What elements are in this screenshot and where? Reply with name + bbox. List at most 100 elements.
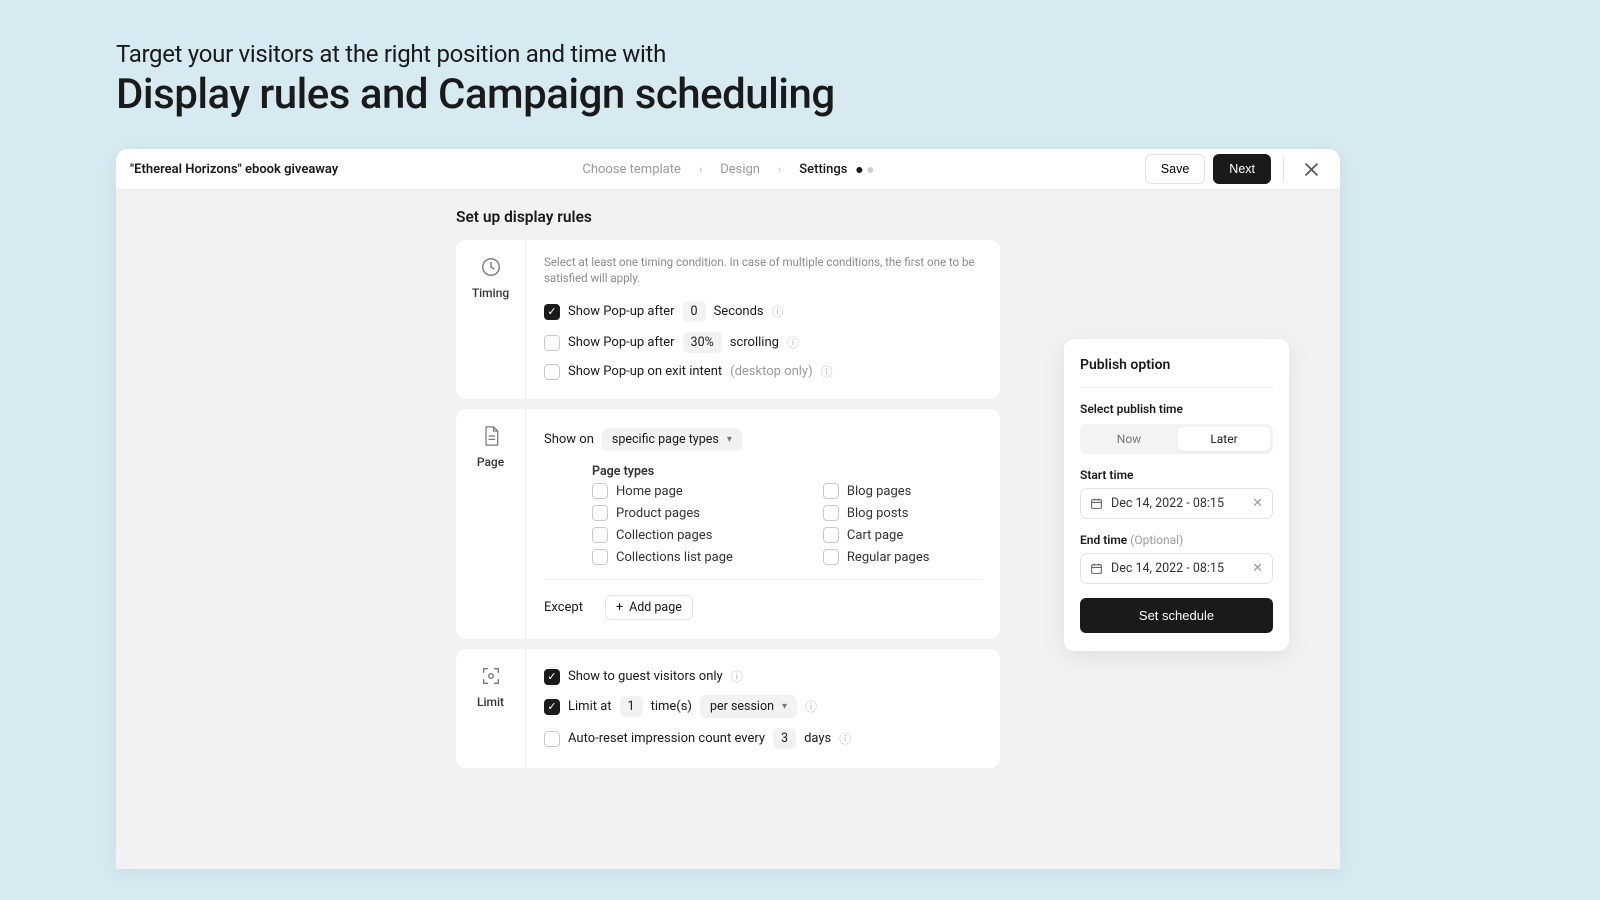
checkbox-limit-at[interactable] — [544, 699, 560, 715]
checkbox-regular-pages[interactable] — [823, 549, 839, 565]
limit-period-value: per session — [710, 699, 774, 714]
publish-time-toggle: Now Later — [1080, 424, 1273, 454]
page-label: Page — [477, 455, 504, 469]
end-time-value: Dec 14, 2022 - 08:15 — [1111, 561, 1224, 576]
focus-icon — [480, 665, 502, 687]
step-settings-label: Settings — [799, 162, 847, 177]
select-publish-time-label: Select publish time — [1080, 402, 1273, 416]
hero-subtitle: Target your visitors at the right positi… — [116, 40, 1484, 68]
publish-now-option[interactable]: Now — [1083, 427, 1175, 451]
chevron-right-icon: › — [778, 163, 781, 176]
checkbox-timing-scroll[interactable] — [544, 335, 560, 351]
pt-cart: Cart page — [847, 528, 903, 543]
publish-later-option[interactable]: Later — [1178, 427, 1270, 451]
page-icon — [481, 425, 501, 447]
start-time-value: Dec 14, 2022 - 08:15 — [1111, 496, 1224, 511]
info-icon[interactable]: ⓘ — [821, 363, 833, 380]
next-button[interactable]: Next — [1213, 154, 1271, 184]
page-types-label: Page types — [592, 464, 982, 479]
except-label: Except — [544, 600, 583, 615]
timing-hint: Select at least one timing condition. In… — [544, 254, 982, 286]
guest-only-label: Show to guest visitors only — [568, 669, 723, 684]
checkbox-collection-pages[interactable] — [592, 527, 608, 543]
timing-scroll-suffix: scrolling — [730, 335, 779, 350]
timing-label: Timing — [472, 286, 509, 300]
plus-icon: + — [616, 600, 623, 615]
checkbox-blog-posts[interactable] — [823, 505, 839, 521]
timing-seconds-value[interactable]: 0 — [683, 301, 706, 322]
hero-title: Display rules and Campaign scheduling — [116, 70, 1484, 119]
limit-at-times: time(s) — [651, 699, 692, 714]
auto-reset-label: Auto-reset impression count every — [568, 731, 765, 746]
timing-scroll-value[interactable]: 30% — [683, 332, 722, 353]
clock-icon — [480, 256, 502, 278]
set-schedule-button[interactable]: Set schedule — [1080, 598, 1273, 633]
close-button[interactable] — [1296, 154, 1326, 184]
add-page-button[interactable]: + Add page — [605, 595, 693, 620]
timing-scroll-label: Show Pop-up after — [568, 335, 675, 350]
show-on-select-value: specific page types — [612, 432, 719, 447]
add-page-label: Add page — [629, 600, 682, 615]
pt-blog-posts: Blog posts — [847, 506, 909, 521]
divider — [1283, 156, 1284, 182]
timing-card: Timing Select at least one timing condit… — [456, 240, 1000, 399]
divider — [1080, 387, 1273, 388]
pt-collection: Collection pages — [616, 528, 712, 543]
limit-at-value[interactable]: 1 — [620, 696, 643, 717]
calendar-icon — [1090, 497, 1103, 510]
show-on-select[interactable]: specific page types ▾ — [602, 428, 742, 451]
timing-exit-muted: (desktop only) — [730, 364, 812, 379]
topbar: "Ethereal Horizons" ebook giveaway Choos… — [116, 149, 1340, 190]
limit-at-label: Limit at — [568, 699, 612, 714]
checkbox-home-page[interactable] — [592, 483, 608, 499]
pt-regular: Regular pages — [847, 550, 930, 565]
end-time-label: End time (Optional) — [1080, 533, 1273, 547]
clear-start-time[interactable]: ✕ — [1252, 496, 1263, 511]
save-button[interactable]: Save — [1145, 154, 1206, 184]
timing-exit-label: Show Pop-up on exit intent — [568, 364, 722, 379]
stepper: Choose template › Design › Settings — [582, 162, 873, 177]
app-window: "Ethereal Horizons" ebook giveaway Choos… — [116, 149, 1340, 869]
start-time-input[interactable]: Dec 14, 2022 - 08:15 ✕ — [1080, 488, 1273, 519]
chevron-right-icon: › — [699, 163, 702, 176]
auto-reset-suffix: days — [804, 731, 831, 746]
clear-end-time[interactable]: ✕ — [1252, 561, 1263, 576]
publish-panel-title: Publish option — [1080, 357, 1273, 373]
limit-label: Limit — [477, 695, 504, 709]
pt-home: Home page — [616, 484, 683, 499]
chevron-down-icon: ▾ — [782, 701, 787, 712]
section-title: Set up display rules — [456, 208, 1340, 226]
step-design[interactable]: Design — [720, 162, 760, 177]
page-card: Page Show on specific page types ▾ Page … — [456, 409, 1000, 639]
pt-blog-pages: Blog pages — [847, 484, 911, 499]
checkbox-product-pages[interactable] — [592, 505, 608, 521]
info-icon[interactable]: ⓘ — [731, 668, 743, 685]
step-choose-template[interactable]: Choose template — [582, 162, 681, 177]
checkbox-guest-only[interactable] — [544, 669, 560, 685]
step-settings[interactable]: Settings — [799, 162, 873, 177]
publish-panel: Publish option Select publish time Now L… — [1064, 339, 1289, 651]
info-icon[interactable]: ⓘ — [787, 334, 799, 351]
timing-seconds-suffix: Seconds — [714, 304, 764, 319]
pt-collections-list: Collections list page — [616, 550, 733, 565]
show-on-label: Show on — [544, 432, 594, 447]
limit-period-select[interactable]: per session ▾ — [700, 695, 797, 718]
info-icon[interactable]: ⓘ — [839, 730, 851, 747]
limit-card: Limit Show to guest visitors only ⓘ Limi… — [456, 649, 1000, 768]
auto-reset-value[interactable]: 3 — [773, 728, 796, 749]
checkbox-collections-list[interactable] — [592, 549, 608, 565]
checkbox-auto-reset[interactable] — [544, 731, 560, 747]
info-icon[interactable]: ⓘ — [772, 303, 784, 320]
start-time-label: Start time — [1080, 468, 1273, 482]
campaign-title: "Ethereal Horizons" ebook giveaway — [130, 162, 338, 177]
checkbox-cart-page[interactable] — [823, 527, 839, 543]
checkbox-timing-exit[interactable] — [544, 364, 560, 380]
end-time-input[interactable]: Dec 14, 2022 - 08:15 ✕ — [1080, 553, 1273, 584]
timing-after-label: Show Pop-up after — [568, 304, 675, 319]
checkbox-timing-after[interactable] — [544, 304, 560, 320]
checkbox-blog-pages[interactable] — [823, 483, 839, 499]
info-icon[interactable]: ⓘ — [805, 698, 817, 715]
chevron-down-icon: ▾ — [727, 434, 732, 445]
pt-product: Product pages — [616, 506, 700, 521]
calendar-icon — [1090, 562, 1103, 575]
